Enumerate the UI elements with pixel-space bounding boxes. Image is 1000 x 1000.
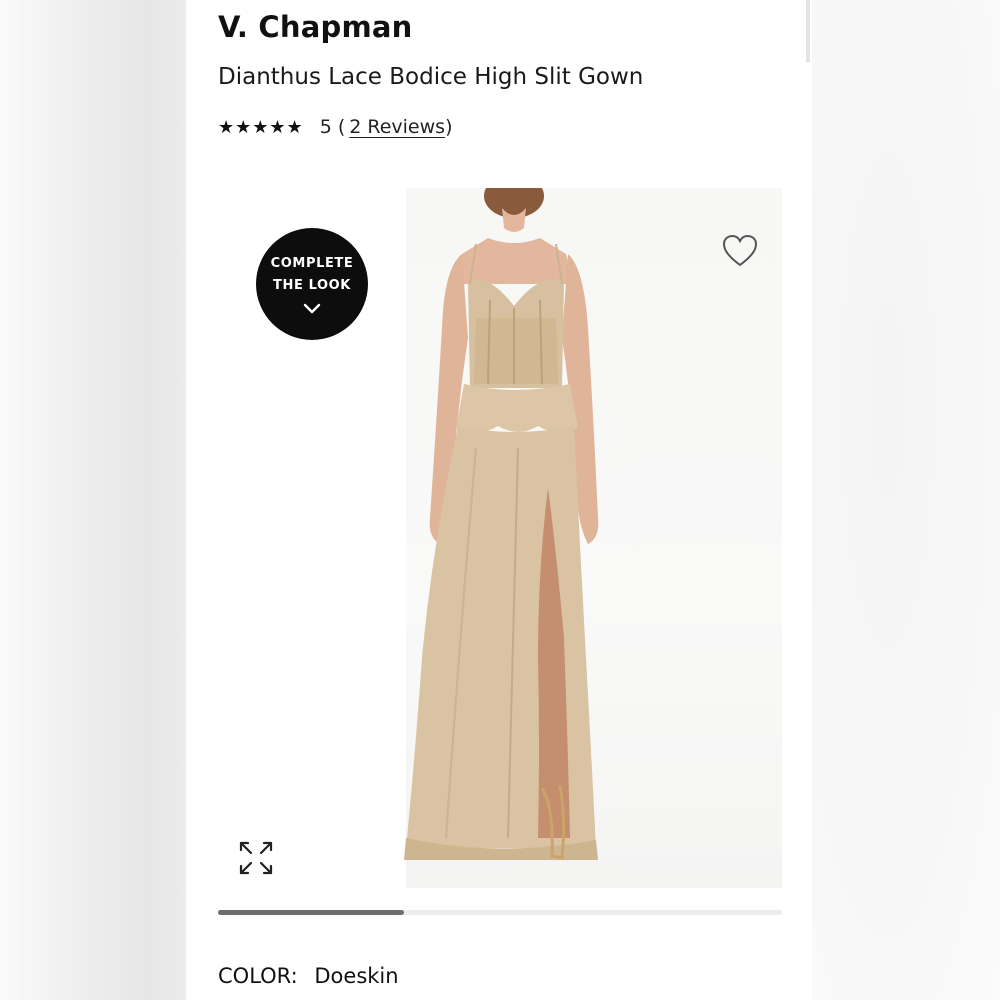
rating-close-paren: ) [445,116,453,138]
carousel-progress-track[interactable] [218,910,782,915]
heart-outline-icon[interactable] [722,234,758,268]
carousel-thumbnail [218,188,219,189]
product-title: Dianthus Lace Bodice High Slit Gown [218,64,644,90]
expand-arrows-icon[interactable] [238,840,274,876]
chevron-down-icon [303,303,321,314]
background-left [0,0,186,1000]
color-row: COLOR: Doeskin [218,964,399,988]
scrollbar[interactable] [806,0,810,62]
background-right [812,0,1000,1000]
color-value: Doeskin [314,964,399,988]
reviews-link[interactable]: 2 Reviews [349,116,445,138]
color-label: COLOR: [218,964,298,988]
carousel-progress-fill [218,910,405,915]
star-rating-icon: ★★★★★ [218,116,304,138]
complete-the-look-button[interactable]: COMPLETE THE LOOK [256,228,368,340]
rating-row: ★★★★★ 5 ( 2 Reviews ) [218,116,452,138]
brand-name[interactable]: V. Chapman [218,10,413,44]
rating-value: 5 ( [319,116,346,138]
complete-the-look-line2: THE LOOK [273,278,351,293]
complete-the-look-line1: COMPLETE [270,256,354,271]
